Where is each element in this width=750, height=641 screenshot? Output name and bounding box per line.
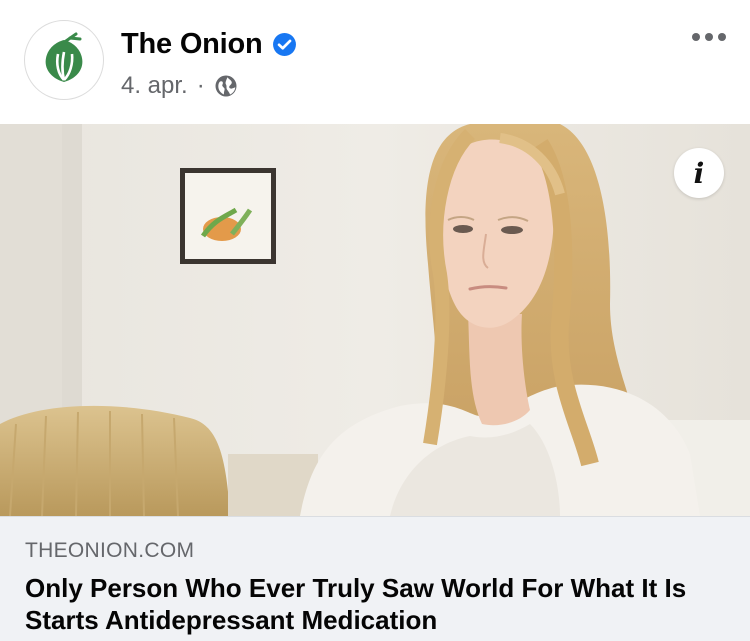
page-name-row: The Onion xyxy=(121,28,297,61)
info-button[interactable]: i xyxy=(674,148,724,198)
link-domain: THEONION.COM xyxy=(25,539,195,562)
link-preview-image[interactable]: i xyxy=(0,124,750,516)
info-icon: i xyxy=(693,156,705,190)
post-date[interactable]: 4. apr. xyxy=(121,72,188,100)
page-name[interactable]: The Onion xyxy=(121,28,263,61)
verified-badge-icon xyxy=(272,32,297,57)
onion-logo-icon xyxy=(45,32,83,82)
more-dot xyxy=(692,33,700,41)
more-options-icon[interactable] xyxy=(692,30,726,44)
globe-icon[interactable] xyxy=(214,74,238,98)
link-preview-footer[interactable]: THEONION.COM Only Person Who Ever Truly … xyxy=(0,516,750,641)
article-photo xyxy=(0,124,750,516)
meta-separator: · xyxy=(196,72,205,99)
post-header: The Onion 4. apr. · xyxy=(0,0,750,124)
more-dot xyxy=(718,33,726,41)
more-dot xyxy=(705,33,713,41)
page-avatar[interactable] xyxy=(24,20,104,100)
link-title[interactable]: Only Person Who Ever Truly Saw World For… xyxy=(25,572,725,636)
post-meta: 4. apr. · xyxy=(121,72,238,100)
